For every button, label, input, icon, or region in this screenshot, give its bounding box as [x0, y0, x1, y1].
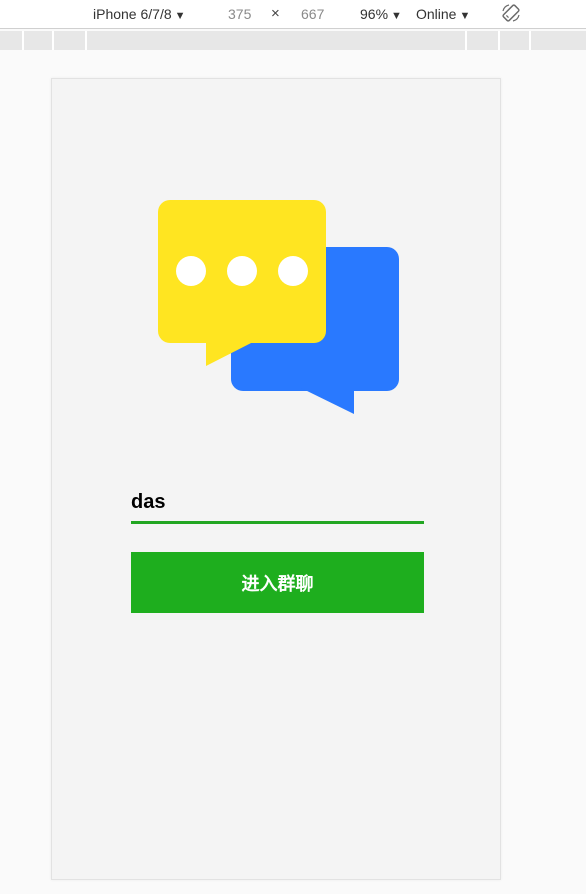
zoom-select[interactable]: 96% ▼ — [360, 4, 402, 24]
width-input[interactable]: 375 — [228, 4, 251, 24]
ruler-tick — [85, 31, 87, 50]
dot-icon — [176, 256, 206, 286]
enter-group-chat-button[interactable]: 进入群聊 — [131, 552, 424, 613]
height-input[interactable]: 667 — [301, 4, 324, 24]
device-toolbar: iPhone 6/7/8 ▼ 375 × 667 96% ▼ Online ▼ — [0, 0, 586, 29]
network-select[interactable]: Online ▼ — [416, 4, 470, 24]
chevron-down-icon: ▼ — [174, 10, 186, 22]
zoom-label: 96% — [360, 6, 389, 22]
nickname-input[interactable] — [131, 484, 424, 524]
media-query-ruler — [0, 31, 586, 50]
dot-icon — [278, 256, 308, 286]
back-bubble-tail — [301, 388, 354, 414]
chevron-down-icon: ▼ — [459, 10, 471, 22]
device-label: iPhone 6/7/8 — [93, 6, 172, 22]
rotate-device-icon[interactable] — [501, 3, 521, 23]
device-select[interactable]: iPhone 6/7/8 ▼ — [93, 4, 186, 24]
ruler-tick — [529, 31, 531, 50]
times-icon: × — [271, 5, 280, 22]
chat-bubbles-icon — [158, 200, 399, 414]
ruler-tick — [22, 31, 24, 50]
chevron-down-icon: ▼ — [391, 10, 402, 22]
ruler-tick — [52, 31, 54, 50]
ruler-tick — [498, 31, 500, 50]
ruler-tick — [465, 31, 467, 50]
network-label: Online — [416, 6, 457, 22]
dot-icon — [227, 256, 257, 286]
device-viewport: 进入群聊 — [51, 78, 501, 880]
